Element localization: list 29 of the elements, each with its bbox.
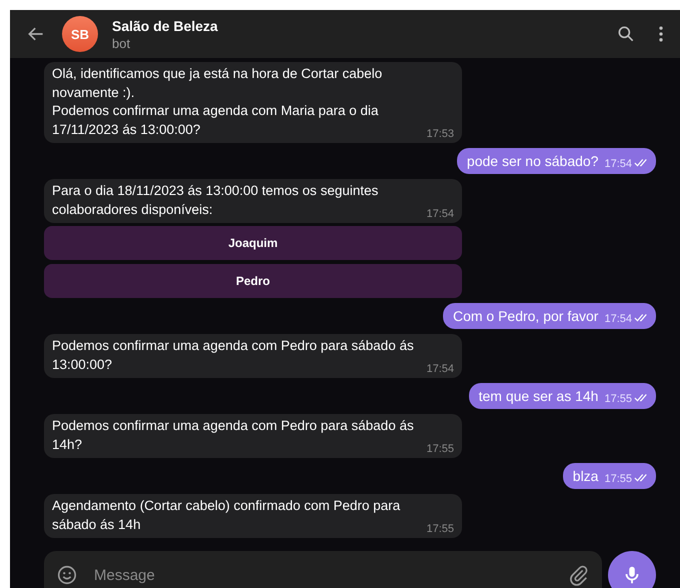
chat-title: Salão de Beleza xyxy=(112,18,219,34)
reply-button[interactable]: Pedro xyxy=(44,264,462,298)
menu-icon[interactable] xyxy=(658,24,664,44)
message-time: 17:54 xyxy=(426,363,454,375)
message-text: Olá, identificamos que ja está na hora de Cortar cabelo novamente :). Podemos confirmar uma agenda com Maria para o dia 17/11/2023 ás 13:00:00? xyxy=(52,65,382,138)
emoji-icon[interactable] xyxy=(56,564,78,586)
message-input[interactable]: Message xyxy=(92,566,554,584)
message-time: 17:54 xyxy=(426,208,454,220)
message-time: 17:55 xyxy=(604,392,632,406)
paperclip-icon[interactable] xyxy=(568,564,590,586)
message-text: Com o Pedro, por favor xyxy=(452,307,598,326)
search-icon[interactable] xyxy=(616,24,636,44)
message-time: 17:55 xyxy=(426,443,454,455)
message-time: 17:54 xyxy=(604,312,632,326)
message-text: pode ser no sábado? xyxy=(466,152,598,171)
message-text: Podemos confirmar uma agenda com Pedro para sábado ás 13:00:00? xyxy=(52,337,414,374)
message-text: Para o dia 18/11/2023 ás 13:00:00 temos os seguintes colaboradores disponíveis: xyxy=(52,182,378,219)
message-text: Podemos confirmar uma agenda com Pedro para sábado ás 14h? xyxy=(52,417,414,454)
message-text: Agendamento (Cortar cabelo) confirmado com Pedro para sábado ás 14h xyxy=(52,497,400,534)
message-time: 17:55 xyxy=(604,472,632,486)
message-time: 17:55 xyxy=(426,523,454,535)
message-text: blza xyxy=(572,467,598,486)
message-time: 17:53 xyxy=(426,128,454,140)
chat-subtitle: bot xyxy=(112,36,132,50)
reply-button[interactable]: Joaquim xyxy=(44,226,462,260)
message-time: 17:54 xyxy=(604,157,632,171)
message-text: tem que ser as 14h xyxy=(478,387,598,406)
message-field[interactable]: Message xyxy=(44,551,602,588)
microphone-button[interactable] xyxy=(608,551,656,588)
